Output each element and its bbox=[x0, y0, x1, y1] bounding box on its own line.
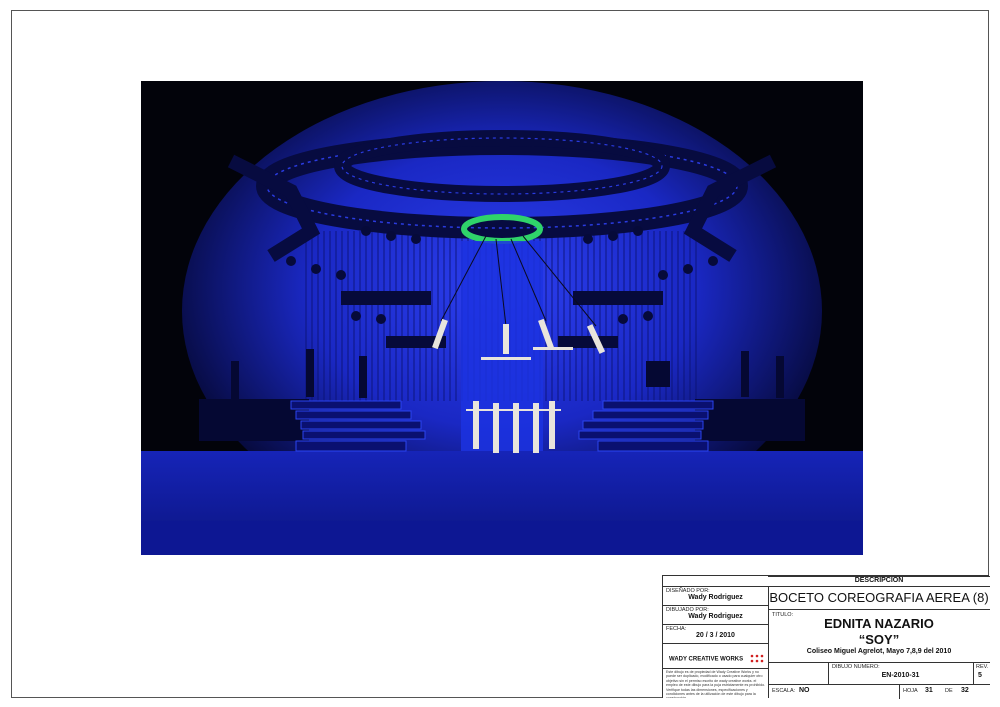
right-light-bar bbox=[573, 291, 663, 305]
venue-dates: Coliseo Miguel Agrelot, Mayo 7,8,9 del 2… bbox=[806, 648, 952, 655]
descripcion-value: BOCETO COREOGRAFIA AEREA (8) bbox=[769, 590, 989, 605]
disclaimer-text: Este dibujo es de propiedad de Wady Crea… bbox=[666, 670, 766, 698]
show-name: “SOY” bbox=[858, 632, 900, 647]
fecha-value: 20 / 3 / 2010 bbox=[696, 632, 735, 639]
hoja-label: HOJA bbox=[903, 688, 918, 694]
hoja-value: 31 bbox=[925, 687, 933, 694]
stage-apron bbox=[141, 521, 863, 555]
disenado-value: Wady Rodriguez bbox=[688, 594, 743, 601]
company-logo-icon bbox=[750, 654, 764, 663]
title-block: DISEÑADO POR: Wady Rodriguez DIBUJADO PO… bbox=[662, 575, 990, 699]
rev-label: REV. bbox=[976, 664, 989, 670]
company-name: WADY CREATIVE WORKS bbox=[669, 653, 765, 665]
descripcion-label: DESCRIPCION bbox=[854, 577, 904, 584]
rev-value: 5 bbox=[978, 672, 982, 679]
dibujo-numero-value: EN-2010-31 bbox=[881, 672, 920, 679]
escala-value: NO bbox=[799, 687, 810, 694]
de-value: 32 bbox=[961, 687, 969, 694]
dibujado-value: Wady Rodriguez bbox=[688, 613, 743, 620]
dibujo-numero-label: DIBUJO NUMERO: bbox=[832, 664, 880, 670]
artist-name: EDNITA NAZARIO bbox=[824, 616, 934, 631]
stage-illustration bbox=[141, 81, 863, 555]
right-lower-bar bbox=[558, 336, 618, 348]
left-light-bar bbox=[341, 291, 431, 305]
de-label: DE bbox=[945, 688, 953, 694]
stage-render-image bbox=[141, 81, 863, 555]
escala-label: ESCALA: bbox=[772, 688, 796, 694]
